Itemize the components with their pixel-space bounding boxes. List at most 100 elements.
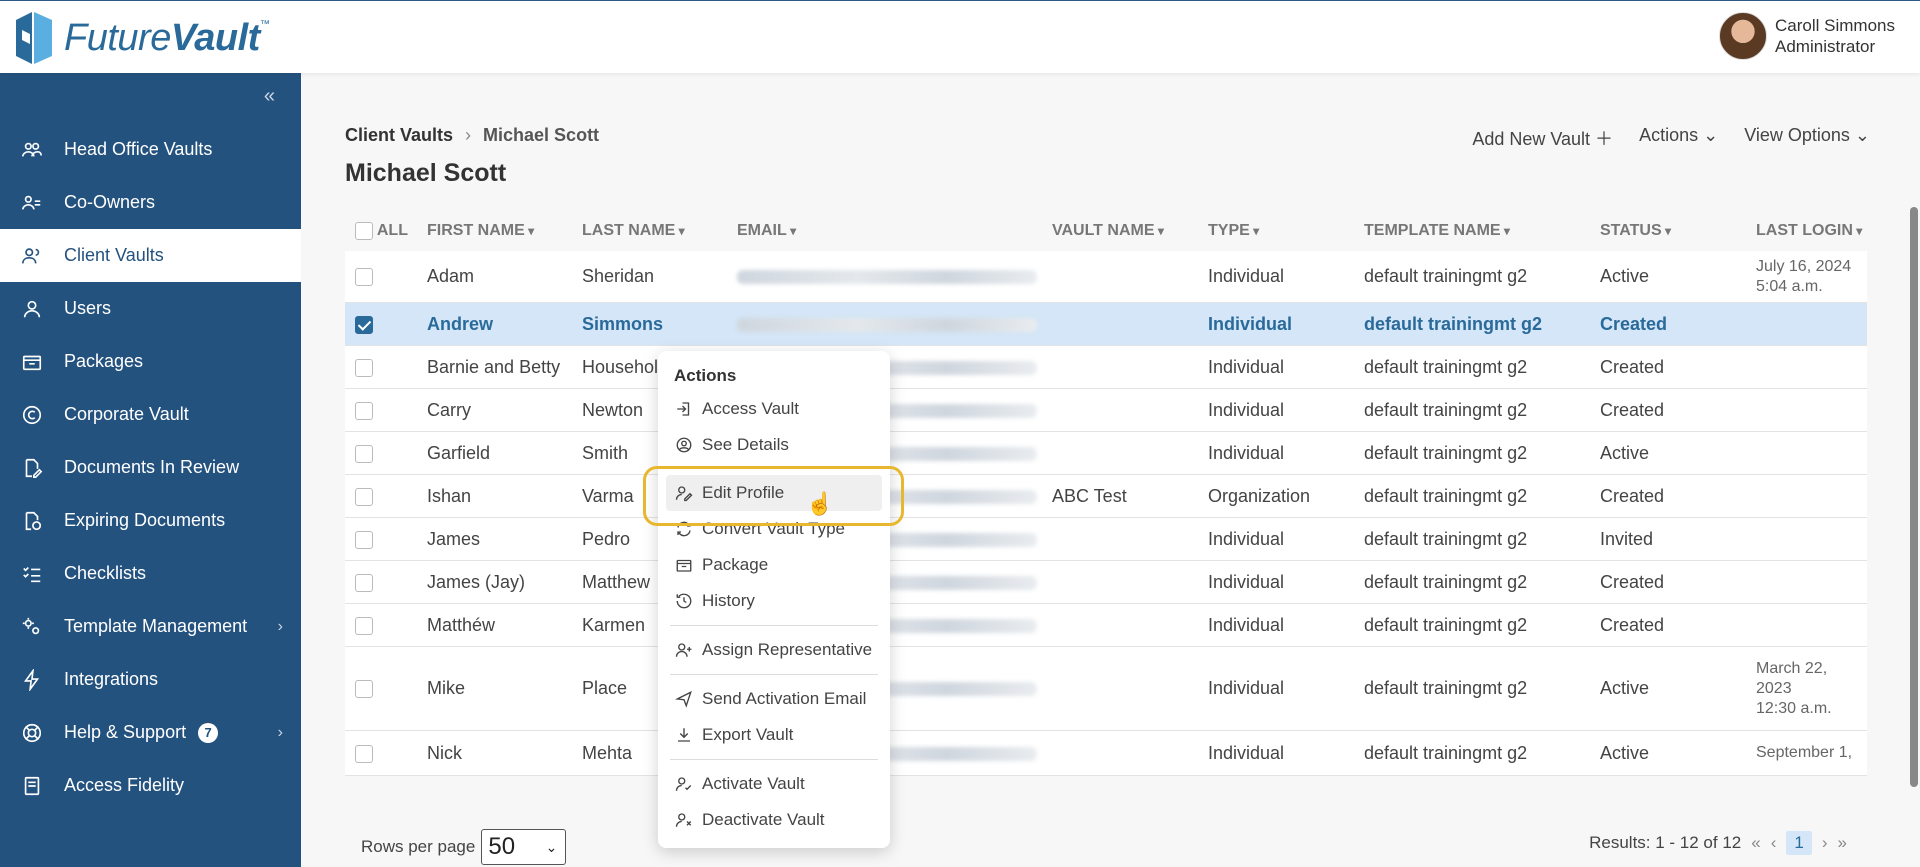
table-row[interactable]: Matthéw Karmen Individual default trainingm…	[345, 604, 1867, 647]
row-checkbox[interactable]	[355, 401, 373, 420]
table-row[interactable]: Adam Sheridan Individual default trainingmt…	[345, 251, 1867, 303]
header-first-name[interactable]: FIRST NAME	[427, 222, 582, 240]
table-row[interactable]: Nick Mehta Individual default trainingmt g2…	[345, 731, 1867, 776]
rows-per-page-select[interactable]: 50 ⌄	[481, 829, 567, 865]
user-profile[interactable]: Caroll Simmons Administrator	[1719, 12, 1895, 60]
menu-item-send-activation-email[interactable]: Send Activation Email	[658, 681, 890, 717]
sidebar-item-co-owners[interactable]: Co-Owners	[0, 176, 301, 229]
menu-item-access-vault[interactable]: Access Vault	[658, 391, 890, 427]
cell-type: Individual	[1208, 571, 1285, 592]
actions-dropdown[interactable]: Actions ⌄	[1639, 125, 1718, 151]
menu-item-see-details[interactable]: See Details	[658, 427, 890, 463]
cell-template-name: default trainingmt g2	[1364, 571, 1528, 592]
prev-page-button[interactable]: ‹	[1771, 833, 1777, 853]
last-page-button[interactable]: »	[1838, 833, 1847, 853]
table-row[interactable]: James Pedro Individual default trainingmt g…	[345, 518, 1867, 561]
package-icon	[20, 350, 44, 374]
menu-item-export-vault[interactable]: Export Vault	[658, 717, 890, 753]
row-checkbox[interactable]	[355, 358, 373, 377]
sidebar-item-label: Co-Owners	[64, 192, 156, 212]
header-status[interactable]: STATUS	[1600, 222, 1756, 240]
table-row[interactable]: James (Jay) Matthew Individual default trai…	[345, 561, 1867, 604]
header-type[interactable]: TYPE	[1208, 222, 1364, 240]
row-checkbox[interactable]	[355, 268, 373, 287]
menu-item-deactivate-vault[interactable]: Deactivate Vault	[658, 802, 890, 838]
top-bar: FutureVault ™ Caroll Simmons Administrat…	[0, 0, 1920, 73]
avatar[interactable]	[1719, 12, 1768, 60]
page-1-button[interactable]: 1	[1786, 831, 1812, 855]
header-vault-name[interactable]: VAULT NAME	[1052, 222, 1208, 240]
menu-item-edit-profile[interactable]: Edit Profile	[666, 475, 882, 511]
chevron-right-icon[interactable]: ›	[278, 724, 283, 742]
menu-item-activate-vault[interactable]: Activate Vault	[658, 766, 890, 802]
row-checkbox[interactable]	[355, 315, 373, 334]
select-all-checkbox[interactable]	[355, 221, 373, 240]
sidebar-item-label: Documents In Review	[64, 457, 240, 477]
sidebar-item-checklists[interactable]: Checklists	[0, 547, 301, 600]
document-edit-icon	[20, 456, 44, 480]
select-all[interactable]: ALL	[345, 221, 427, 240]
menu-item-assign-representative[interactable]: Assign Representative	[658, 632, 890, 668]
table-row[interactable]: Andrew Simmons Individual default trainingm…	[345, 303, 1867, 346]
table-row[interactable]: Mike Place Individual default trainingmt g2…	[345, 647, 1867, 731]
row-checkbox[interactable]	[355, 616, 373, 635]
rows-per-page: Rows per page 50 ⌄	[361, 829, 567, 865]
table-row[interactable]: Barnie and Betty Househol Individual defaul…	[345, 346, 1867, 389]
menu-item-convert-vault-type[interactable]: Convert Vault Type	[658, 511, 890, 547]
table-row[interactable]: Ishan Varma ABC Test Organization default tr…	[345, 475, 1867, 518]
menu-title: Actions	[674, 366, 737, 385]
menu-item-history[interactable]: History	[658, 583, 890, 619]
vault-logo-icon	[16, 12, 52, 64]
sidebar-item-client-vaults[interactable]: Client Vaults	[0, 229, 301, 282]
cell-status: Active	[1600, 442, 1650, 463]
table-row[interactable]: Carry Newton Individual default trainingmt …	[345, 389, 1867, 432]
sidebar-item-help-support[interactable]: Help & Support 7 ›	[0, 706, 301, 759]
cell-type: Individual	[1208, 614, 1285, 635]
table-footer: Rows per page 50 ⌄ Results: 1 - 12 of 12 …	[345, 813, 1867, 867]
view-options-dropdown[interactable]: View Options ⌄	[1744, 125, 1870, 151]
first-page-button[interactable]: «	[1751, 833, 1760, 853]
cell-first-name: Mike	[427, 678, 466, 698]
cell-status: Created	[1600, 571, 1665, 592]
chevron-right-icon[interactable]: ›	[278, 618, 283, 636]
row-checkbox[interactable]	[355, 444, 373, 463]
client-vaults-table: ALL FIRST NAME LAST NAME EMAIL VAULT NAM…	[345, 211, 1867, 776]
breadcrumb-client-vaults[interactable]: Client Vaults	[345, 125, 453, 146]
menu-item-label: Access Vault	[702, 399, 800, 418]
next-page-button[interactable]: ›	[1822, 833, 1828, 853]
header-last-login[interactable]: LAST LOGIN	[1756, 222, 1867, 240]
sidebar-item-template-management[interactable]: Template Management ›	[0, 600, 301, 653]
cell-template-name: default trainingmt g2	[1364, 399, 1528, 420]
header-email[interactable]: EMAIL	[737, 222, 1052, 240]
redacted-email	[737, 317, 1037, 332]
row-checkbox[interactable]	[355, 680, 373, 699]
sidebar-item-packages[interactable]: Packages	[0, 335, 301, 388]
sidebar-item-expiring-documents[interactable]: Expiring Documents	[0, 494, 301, 547]
send-icon	[674, 689, 694, 709]
add-new-vault-button[interactable]: Add New Vault ＋	[1472, 125, 1613, 151]
row-checkbox[interactable]	[355, 530, 373, 549]
futurevault-logo[interactable]: FutureVault ™	[12, 9, 270, 67]
menu-item-label: Assign Representative	[702, 640, 873, 659]
table-row[interactable]: Garfield Smith Individual default trainingm…	[345, 432, 1867, 475]
cell-first-name: Garfield	[427, 442, 491, 463]
row-checkbox[interactable]	[355, 573, 373, 592]
sidebar-item-integrations[interactable]: Integrations	[0, 653, 301, 706]
breadcrumb-current: Michael Scott	[483, 125, 600, 145]
co-owners-icon	[20, 191, 44, 215]
sidebar-item-access-fidelity[interactable]: Access Fidelity	[0, 759, 301, 812]
sidebar-item-head-office-vaults[interactable]: Head Office Vaults	[0, 123, 301, 176]
users-group-icon	[20, 138, 44, 162]
menu-item-package[interactable]: Package	[658, 547, 890, 583]
collapse-sidebar-icon[interactable]: «	[264, 85, 275, 108]
row-checkbox[interactable]	[355, 487, 373, 506]
header-template-name[interactable]: TEMPLATE NAME	[1364, 222, 1600, 240]
page-scrollbar[interactable]	[1910, 207, 1918, 787]
sidebar-item-corporate-vault[interactable]: Corporate Vault	[0, 388, 301, 441]
menu-divider	[670, 625, 878, 626]
row-checkbox[interactable]	[355, 744, 373, 763]
sidebar-item-documents-in-review[interactable]: Documents In Review	[0, 441, 301, 494]
sidebar-item-label: Client Vaults	[64, 245, 164, 265]
header-last-name[interactable]: LAST NAME	[582, 222, 737, 240]
sidebar-item-users[interactable]: Users	[0, 282, 301, 335]
